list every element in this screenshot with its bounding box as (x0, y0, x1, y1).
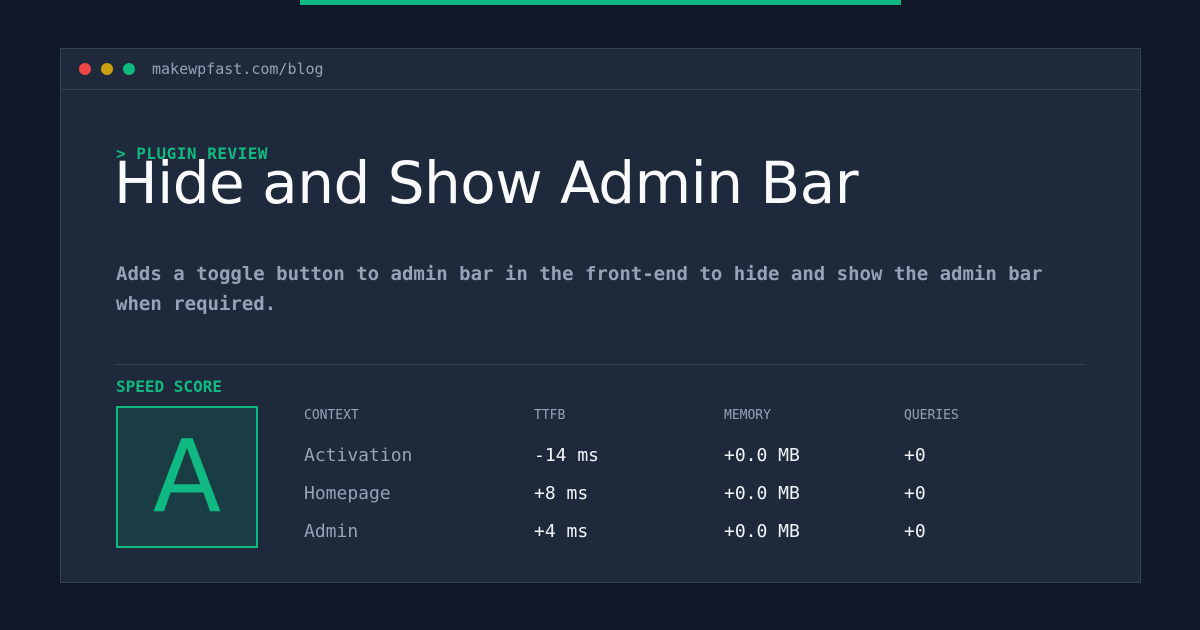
browser-window: makewpfast.com/blog > PLUGIN REVIEW Hide… (60, 48, 1141, 583)
speed-score-label: SPEED SCORE (116, 377, 222, 396)
maximize-window-icon[interactable] (123, 63, 135, 75)
queries-cell: +0 (904, 483, 926, 504)
top-accent-bar (300, 0, 901, 5)
url-text[interactable]: makewpfast.com/blog (152, 59, 324, 79)
column-header-memory: MEMORY (724, 408, 771, 423)
ttfb-cell: -14 ms (534, 445, 600, 466)
minimize-window-icon[interactable] (101, 63, 113, 75)
window-titlebar: makewpfast.com/blog (61, 49, 1140, 90)
column-header-queries: QUERIES (904, 408, 959, 423)
ttfb-cell: +8 ms (534, 483, 589, 504)
memory-cell: +0.0 MB (724, 521, 800, 542)
ttfb-cell: +4 ms (534, 521, 589, 542)
queries-cell: +0 (904, 521, 926, 542)
memory-cell: +0.0 MB (724, 483, 800, 504)
memory-cell: +0.0 MB (724, 445, 800, 466)
queries-cell: +0 (904, 445, 926, 466)
close-window-icon[interactable] (79, 63, 91, 75)
column-header-ttfb: TTFB (534, 408, 566, 423)
page-title: Hide and Show Admin Bar (114, 149, 859, 217)
context-cell: Admin (304, 521, 359, 542)
context-cell: Homepage (304, 483, 391, 504)
context-cell: Activation (304, 445, 413, 466)
speed-grade-badge: A (116, 406, 258, 548)
plugin-description: Adds a toggle button to admin bar in the… (116, 263, 1043, 315)
column-header-context: CONTEXT (304, 408, 359, 423)
section-divider (116, 364, 1085, 365)
